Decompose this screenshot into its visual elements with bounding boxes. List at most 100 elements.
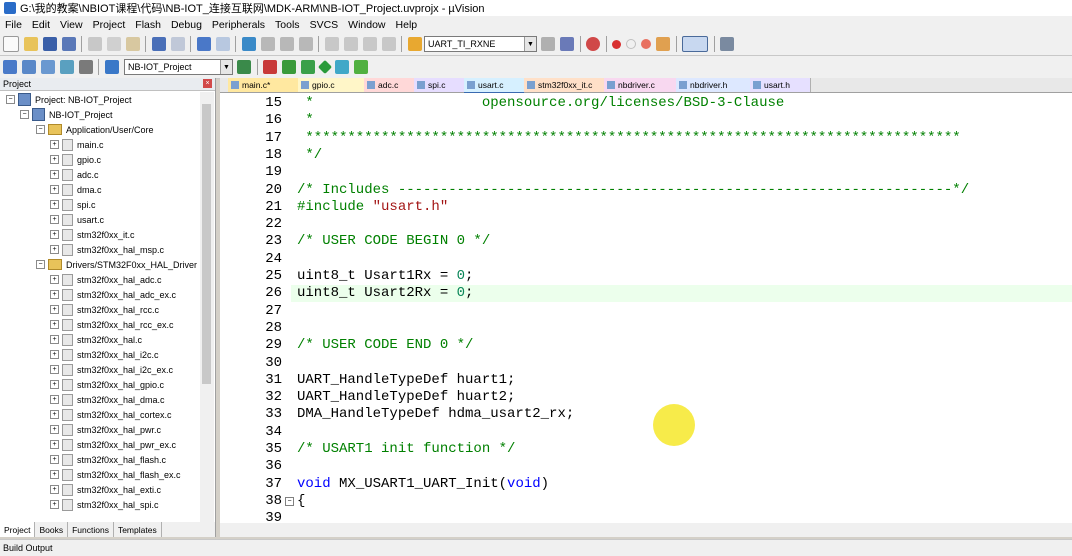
expand-icon[interactable]: + <box>50 380 59 389</box>
redo-icon[interactable] <box>170 37 185 51</box>
tree-file-item[interactable]: + stm32f0xx_hal_rcc_ex.c <box>50 317 174 332</box>
tab-functions[interactable]: Functions <box>68 522 114 537</box>
tree-file-item[interactable]: + stm32f0xx_hal_adc.c <box>50 272 162 287</box>
expand-icon[interactable]: + <box>50 245 59 254</box>
expand-icon[interactable]: + <box>50 485 59 494</box>
expand-icon[interactable]: + <box>50 170 59 179</box>
expand-icon[interactable]: + <box>50 275 59 284</box>
expand-icon[interactable]: + <box>50 305 59 314</box>
tree-file-item[interactable]: + stm32f0xx_hal_flash_ex.c <box>50 467 181 482</box>
expand-icon[interactable]: + <box>50 455 59 464</box>
editor-tab-adc-c[interactable]: adc.c <box>364 78 415 92</box>
build-icon[interactable] <box>21 60 36 74</box>
download-icon[interactable] <box>104 60 119 74</box>
collapse-icon[interactable]: − <box>6 95 15 104</box>
paste-icon[interactable] <box>125 37 140 51</box>
target-options-icon[interactable] <box>237 60 251 74</box>
tree-file-item[interactable]: + stm32f0xx_hal_dma.c <box>50 392 165 407</box>
menu-flash[interactable]: Flash <box>130 19 166 31</box>
menu-edit[interactable]: Edit <box>27 19 55 31</box>
expand-icon[interactable]: + <box>50 200 59 209</box>
window-layout-icon[interactable] <box>682 36 708 52</box>
tree-file-item[interactable]: + stm32f0xx_hal_spi.c <box>50 497 159 512</box>
menu-project[interactable]: Project <box>88 19 131 31</box>
uncomment-icon[interactable] <box>381 37 396 51</box>
breakpoint-icon[interactable] <box>612 39 621 49</box>
find-combo[interactable]: UART_TI_RXNE ▼ <box>424 36 537 52</box>
menu-help[interactable]: Help <box>391 19 423 31</box>
tab-project[interactable]: Project <box>0 522 36 537</box>
tree-file-item[interactable]: + main.c <box>50 137 104 152</box>
undo-icon[interactable] <box>151 37 166 51</box>
editor-tab-usart-h[interactable]: usart.h <box>750 78 811 92</box>
select-packs-icon[interactable] <box>282 60 296 74</box>
tree-file-item[interactable]: + usart.c <box>50 212 104 227</box>
new-file-icon[interactable] <box>2 36 19 52</box>
project-tree-scrollbar[interactable] <box>200 92 214 522</box>
kill-breakpoints-icon[interactable] <box>641 39 651 49</box>
collapse-icon[interactable]: − <box>20 110 29 119</box>
menu-window[interactable]: Window <box>343 19 390 31</box>
translate-icon[interactable] <box>2 60 17 74</box>
tree-file-item[interactable]: + stm32f0xx_hal_rcc.c <box>50 302 159 317</box>
disable-all-breakpoints-icon[interactable] <box>656 37 670 51</box>
expand-icon[interactable]: + <box>50 365 59 374</box>
editor-tab-stm32f0xx-it-c[interactable]: stm32f0xx_it.c <box>524 78 605 92</box>
file-extensions-icon[interactable] <box>335 60 349 74</box>
chevron-down-icon[interactable]: ▼ <box>220 60 232 74</box>
chevron-down-icon[interactable]: ▼ <box>524 37 536 51</box>
tree-file-item[interactable]: + stm32f0xx_hal_i2c_ex.c <box>50 362 173 377</box>
editor-horizontal-scrollbar[interactable] <box>220 523 1072 537</box>
tree-file-item[interactable]: + dma.c <box>50 182 102 197</box>
expand-icon[interactable]: + <box>50 320 59 329</box>
stop-build-icon[interactable] <box>78 60 93 74</box>
tree-file-item[interactable]: + stm32f0xx_hal_i2c.c <box>50 347 159 362</box>
menu-file[interactable]: File <box>0 19 27 31</box>
copy-icon[interactable] <box>106 37 121 51</box>
bookmark-icon[interactable] <box>241 37 256 51</box>
tree-file-item[interactable]: + stm32f0xx_hal_pwr.c <box>50 422 161 437</box>
expand-icon[interactable]: + <box>50 155 59 164</box>
configure-icon[interactable] <box>720 37 734 51</box>
expand-icon[interactable]: + <box>50 230 59 239</box>
expand-icon[interactable]: + <box>50 140 59 149</box>
menu-peripherals[interactable]: Peripherals <box>207 19 270 31</box>
tab-books[interactable]: Books <box>35 522 69 537</box>
expand-icon[interactable]: + <box>50 440 59 449</box>
clear-bookmarks-icon[interactable] <box>298 37 313 51</box>
tree-file-item[interactable]: + stm32f0xx_hal_pwr_ex.c <box>50 437 176 452</box>
target-select[interactable]: NB-IOT_Project ▼ <box>124 59 233 75</box>
tree-file-item[interactable]: + stm32f0xx_hal.c <box>50 332 142 347</box>
comment-icon[interactable] <box>362 37 377 51</box>
nav-back-icon[interactable] <box>196 37 211 51</box>
menu-tools[interactable]: Tools <box>270 19 305 31</box>
tree-folder-item[interactable]: − Application/User/Core <box>36 122 154 137</box>
tree-file-item[interactable]: + stm32f0xx_hal_msp.c <box>50 242 164 257</box>
expand-icon[interactable]: + <box>50 335 59 344</box>
close-icon[interactable]: × <box>203 79 212 88</box>
unindent-icon[interactable] <box>343 37 358 51</box>
expand-icon[interactable]: + <box>50 410 59 419</box>
manage-project-items-icon[interactable] <box>354 60 368 74</box>
expand-icon[interactable]: + <box>50 425 59 434</box>
tree-file-item[interactable]: + gpio.c <box>50 152 101 167</box>
expand-icon[interactable]: + <box>50 500 59 509</box>
menu-debug[interactable]: Debug <box>166 19 207 31</box>
menu-svcs[interactable]: SVCS <box>305 19 344 31</box>
tree-file-item[interactable]: + stm32f0xx_hal_flash.c <box>50 452 166 467</box>
save-all-icon[interactable] <box>61 37 76 51</box>
find-in-files-icon[interactable] <box>407 37 422 51</box>
menu-view[interactable]: View <box>55 19 88 31</box>
editor-tab-usart-c[interactable]: usart.c <box>464 78 525 94</box>
prev-bookmark-icon[interactable] <box>260 37 275 51</box>
fold-collapse-icon[interactable]: − <box>285 496 294 506</box>
rte-icon[interactable] <box>317 59 333 75</box>
expand-icon[interactable]: + <box>50 350 59 359</box>
open-file-icon[interactable] <box>23 37 38 51</box>
tree-folder-item[interactable]: − Drivers/STM32F0xx_HAL_Driver <box>36 257 197 272</box>
disable-breakpoint-icon[interactable] <box>626 39 636 49</box>
tree-project-item[interactable]: − Project: NB-IOT_Project <box>6 92 132 107</box>
collapse-icon[interactable]: − <box>36 260 45 269</box>
save-icon[interactable] <box>42 37 57 51</box>
editor-tab-nbdriver-c[interactable]: nbdriver.c <box>604 78 677 92</box>
